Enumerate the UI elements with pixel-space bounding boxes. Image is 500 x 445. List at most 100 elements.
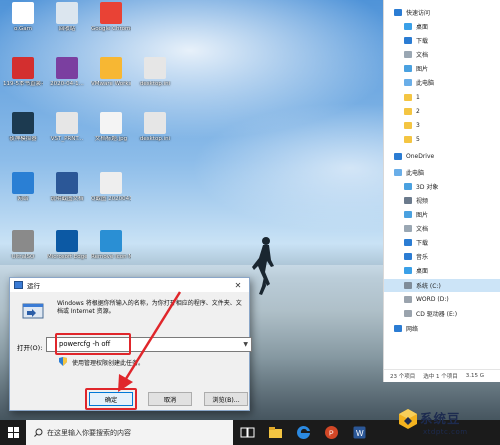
watermark: 系统豆 xtdptc.com [398, 404, 498, 442]
nav-item-label: CD 驱动器 (E:) [416, 311, 458, 318]
nav-item[interactable]: 下载 [384, 236, 500, 249]
taskbar-search-box[interactable]: 在这里输入你要搜索的内容 [26, 420, 233, 445]
desktop-icon-label: 说明截图文档 [50, 196, 84, 202]
nav-item-label: 桌面 [416, 24, 429, 31]
desktop-icon-image [100, 230, 122, 252]
video-icon [404, 197, 412, 204]
desktop-icon[interactable]: Google Chrome [91, 2, 131, 33]
picture-icon [404, 211, 412, 218]
nav-item[interactable]: 视频 [384, 194, 500, 207]
desktop-icon [404, 23, 412, 30]
desktop-icon-label: VMware Workstation [91, 81, 131, 87]
cd-drive-icon [404, 310, 412, 317]
nav-item-label: 下载 [416, 38, 429, 45]
desktop-icon[interactable]: Microsoft Edge [47, 230, 87, 261]
start-button[interactable] [0, 420, 26, 445]
desktop-icon-image [12, 2, 34, 24]
folder-icon [404, 94, 412, 101]
desktop-icon[interactable]: 2020-04-1... [47, 57, 87, 88]
close-button[interactable]: ✕ [227, 278, 249, 292]
annotation-arrow [118, 291, 182, 392]
admin-shield-icon [59, 357, 67, 366]
search-placeholder: 在这里输入你要搜索的内容 [47, 428, 131, 437]
computer-icon [394, 169, 402, 176]
browse-button[interactable]: 浏览(B)... [204, 392, 248, 406]
nav-item[interactable]: 快速访问 [384, 6, 500, 19]
desktop-icon[interactable]: 说明截图文档 [47, 172, 87, 203]
music-icon [404, 253, 412, 260]
cloud-icon [394, 153, 402, 160]
desktop-icon[interactable]: Remove Icon Now [91, 230, 131, 261]
nav-item[interactable]: OneDrive [384, 150, 500, 163]
chevron-down-icon[interactable]: ▼ [243, 341, 248, 348]
file-explorer-nav-pane: 快速访问 桌面 下载 文档 图片 此电脑 1 2 3 5 OneDrive 此电脑 3D 对象 视频 图片文… [383, 0, 500, 382]
nav-item[interactable]: 1 [384, 91, 500, 104]
nav-item[interactable]: 5 [384, 133, 500, 146]
download-icon [404, 239, 412, 246]
nav-item[interactable]: 系统 (C:) [384, 279, 500, 292]
nav-item[interactable]: WORD (D:) [384, 293, 500, 306]
nav-item[interactable]: 音乐 [384, 250, 500, 263]
nav-item[interactable]: 3 [384, 119, 500, 132]
svg-text:W: W [356, 429, 364, 438]
nav-item[interactable]: 2 [384, 105, 500, 118]
desktop-icon[interactable]: 夜神模拟器 [3, 112, 43, 143]
nav-item[interactable]: 网络 [384, 322, 500, 335]
nav-item[interactable]: 图片 [384, 62, 500, 75]
nav-item-label: 桌面 [416, 268, 429, 275]
powerpoint-icon[interactable]: P [324, 425, 339, 440]
desktop-icon[interactable]: VMware Workstation [91, 57, 131, 88]
desktop-icon-image [56, 57, 78, 79]
desktop-icon[interactable]: 文档标题.jpg [91, 112, 131, 143]
nav-item[interactable]: 文档 [384, 48, 500, 61]
desktop-icon-label: 119-5本书直装+模板 [3, 81, 43, 87]
desktop-icon-label: 网络 [17, 196, 29, 202]
desktop-icon-image [144, 112, 166, 134]
nav-item[interactable]: 图片 [384, 208, 500, 221]
nav-item[interactable]: 此电脑 [384, 166, 500, 179]
desktop-icon[interactable]: VST_PRNT... [47, 112, 87, 143]
nav-item[interactable]: 下载 [384, 34, 500, 47]
nav-item[interactable]: 桌面 [384, 20, 500, 33]
file-explorer-icon[interactable] [268, 425, 283, 440]
desktop-icon[interactable]: o.Gam [3, 2, 43, 33]
selection-size: 3.15 G [465, 373, 485, 379]
desktop-icon-label: 夜神模拟器 [9, 136, 37, 142]
task-view-icon[interactable] [240, 425, 255, 440]
nav-item[interactable]: 文档 [384, 222, 500, 235]
watermark-url: xtdptc.com [423, 428, 468, 436]
nav-item-label: 图片 [416, 212, 429, 219]
desktop-icon-image [100, 2, 122, 24]
desktop-icon[interactable]: desktop.ini [135, 112, 175, 143]
desktop-icon-image [100, 172, 122, 194]
cube-icon [404, 183, 412, 190]
nav-item-label: 此电脑 [406, 170, 425, 177]
nav-item[interactable]: 桌面 [384, 264, 500, 277]
desktop-icon-label: Microsoft Edge [47, 254, 87, 260]
edge-icon[interactable] [296, 425, 311, 440]
computer-icon [404, 79, 412, 86]
desktop-icon[interactable]: 网络 [3, 172, 43, 203]
word-icon[interactable]: W [352, 425, 367, 440]
document-icon [404, 225, 412, 232]
run-dialog-title: 运行 [27, 282, 40, 290]
nav-item-label: 2 [416, 108, 420, 115]
picture-icon [404, 65, 412, 72]
desktop-icon-label: 2020-04-1... [50, 81, 84, 87]
nav-item-label: 5 [416, 136, 420, 143]
desktop-icon[interactable]: desktop.ini [135, 57, 175, 88]
folder-icon [404, 136, 412, 143]
star-icon [394, 9, 402, 16]
desktop-icon[interactable]: 回收站 [47, 2, 87, 33]
desktop-icon[interactable]: 119-5本书直装+模板 [3, 57, 43, 88]
desktop-icon[interactable]: Q截图 20200415... [91, 172, 131, 203]
desktop-icon[interactable]: UltraISO [3, 230, 43, 261]
nav-item-label: OneDrive [406, 153, 435, 160]
desktop-icon-label: Remove Icon Now [91, 254, 131, 260]
nav-item[interactable]: 此电脑 [384, 76, 500, 89]
nav-item[interactable]: 3D 对象 [384, 180, 500, 193]
desktop-icon-label: 文档标题.jpg [94, 136, 128, 142]
nav-item[interactable]: CD 驱动器 (E:) [384, 307, 500, 320]
desktop-icon-image [12, 230, 34, 252]
desktop-icon-image [56, 112, 78, 134]
